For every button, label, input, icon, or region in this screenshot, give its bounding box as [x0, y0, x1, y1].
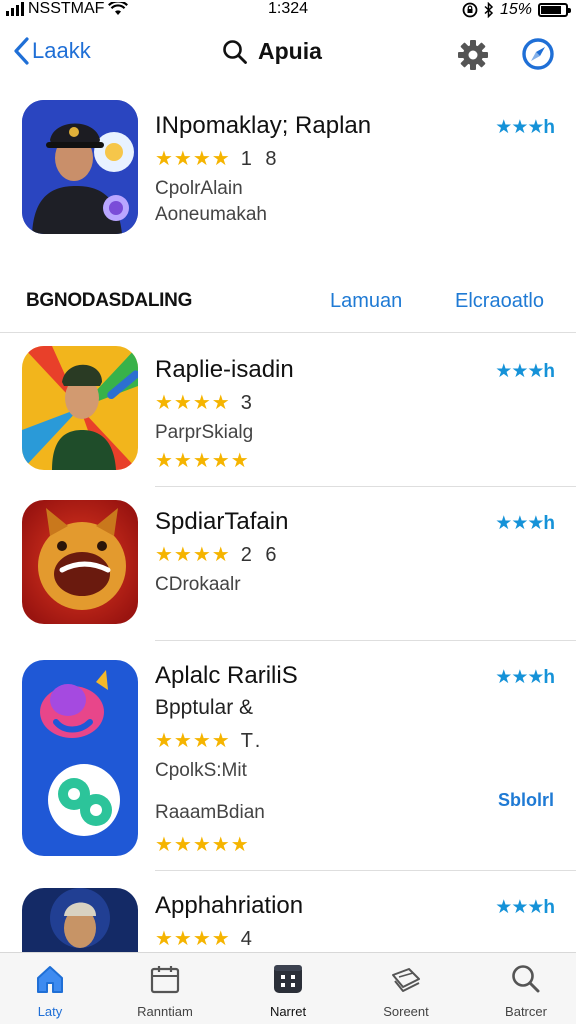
app-developer: CDrokaalr: [155, 574, 241, 595]
page-title-text: Apuia: [258, 38, 322, 64]
star-rating: ★★★★ 3: [155, 392, 256, 414]
tab-label: Batrcer: [505, 1004, 547, 1019]
section-link-primary[interactable]: Lamuan: [330, 290, 402, 313]
rating-count: 2 6: [240, 544, 281, 566]
layers-icon: [392, 968, 420, 992]
app-developer: CpolrAlain: [155, 178, 243, 199]
gear-icon[interactable]: [456, 38, 490, 72]
section-header: BGNODASDALING Lamuan Elcraoatlo: [0, 276, 576, 334]
star-rating-secondary: ★★★★★: [155, 450, 250, 472]
app-row[interactable]: Apphahriation ★★★★ 4 ★★★h: [0, 886, 576, 952]
search-icon: [512, 965, 540, 993]
navigation-bar: Laakk Apuia: [0, 28, 576, 84]
page-title: Apuia: [222, 38, 322, 65]
app-icon: [22, 100, 138, 234]
app-name: Apphahriation: [155, 892, 304, 919]
app-row[interactable]: Aplalc RariliS Bpptular & ★★★★ T. CpolkS:…: [0, 654, 576, 871]
mini-rating: ★★★h: [495, 667, 555, 688]
calendar-icon: [150, 966, 180, 994]
section-title: BGNODASDALING: [26, 290, 193, 311]
app-category: RaaamBdian: [155, 802, 265, 823]
rating-count: 4: [240, 928, 256, 950]
section-link-secondary[interactable]: Elcraoatlo: [455, 290, 544, 313]
tab-search[interactable]: Batrcer: [476, 963, 576, 1019]
back-button[interactable]: Laakk: [12, 36, 91, 66]
tab-updates[interactable]: Soreent: [356, 963, 456, 1019]
featured-app[interactable]: INpomaklay; Raplan ★★★★ 1 8 CpolrAlain Ao…: [0, 100, 576, 250]
compass-icon[interactable]: [520, 36, 556, 72]
row-divider: [155, 640, 576, 641]
app-developer: CpolkS:Mit: [155, 760, 247, 781]
lock-rotation-icon: [462, 2, 478, 18]
app-name: Raplie-isadin: [155, 356, 294, 383]
app-icon: [22, 500, 138, 624]
bluetooth-icon: [484, 2, 494, 18]
app-subtitle: Bpptular &: [155, 696, 254, 719]
mini-rating: ★★★h: [495, 513, 555, 534]
tab-label: Ranntiam: [137, 1004, 193, 1019]
tab-apps[interactable]: Narret: [238, 963, 338, 1019]
app-category: Aoneumakah: [155, 204, 267, 225]
home-icon: [37, 966, 63, 993]
back-label: Laakk: [32, 38, 91, 63]
search-icon: [223, 39, 247, 64]
app-name: INpomaklay; Raplan: [155, 112, 372, 139]
app-name: SpdiarTafain: [155, 508, 289, 535]
tab-label: Narret: [269, 1004, 307, 1019]
row-divider: [155, 486, 576, 487]
star-rating: ★★★★ 4: [155, 928, 256, 950]
tab-home[interactable]: Laty: [0, 963, 100, 1019]
app-row[interactable]: Raplie-isadin ★★★★ 3 ParprSkialg ★★★★★ ★★…: [0, 346, 576, 487]
mini-rating: ★★★h: [495, 361, 555, 382]
rating-count: 3: [240, 392, 256, 414]
section-divider: [0, 332, 576, 333]
battery-icon: [538, 3, 571, 17]
app-icon: [22, 660, 138, 856]
mini-label: Sblolrl: [497, 790, 554, 810]
app-icon: [22, 346, 138, 470]
tab-bar: Laty Ranntiam Narret Soreent Batrcer: [0, 952, 576, 1024]
star-rating: ★★★★ T.: [155, 730, 265, 752]
battery-percent: 15%: [499, 1, 532, 18]
row-divider: [155, 870, 576, 871]
grid-icon: [274, 965, 302, 993]
mini-rating: ★★★h: [495, 117, 555, 138]
app-developer: ParprSkialg: [155, 422, 254, 443]
status-bar: NSSTMAF 1:324 15%: [0, 0, 576, 22]
tab-label: Laty: [37, 1004, 63, 1019]
app-icon: [22, 888, 138, 952]
app-name: Aplalc RariliS: [155, 662, 298, 689]
rating-count: 1 8: [240, 148, 281, 170]
tab-calendar[interactable]: Ranntiam: [115, 963, 215, 1019]
tab-label: Soreent: [383, 1004, 429, 1019]
star-rating: ★★★★ 2 6: [155, 544, 281, 566]
app-row[interactable]: SpdiarTafain ★★★★ 2 6 CDrokaalr ★★★h: [0, 500, 576, 641]
star-rating: ★★★★ 1 8: [155, 148, 281, 170]
rating-count: T.: [240, 730, 265, 752]
mini-rating: ★★★h: [495, 897, 555, 918]
chevron-left-icon: [14, 37, 29, 65]
star-rating-secondary: ★★★★★: [155, 834, 250, 856]
